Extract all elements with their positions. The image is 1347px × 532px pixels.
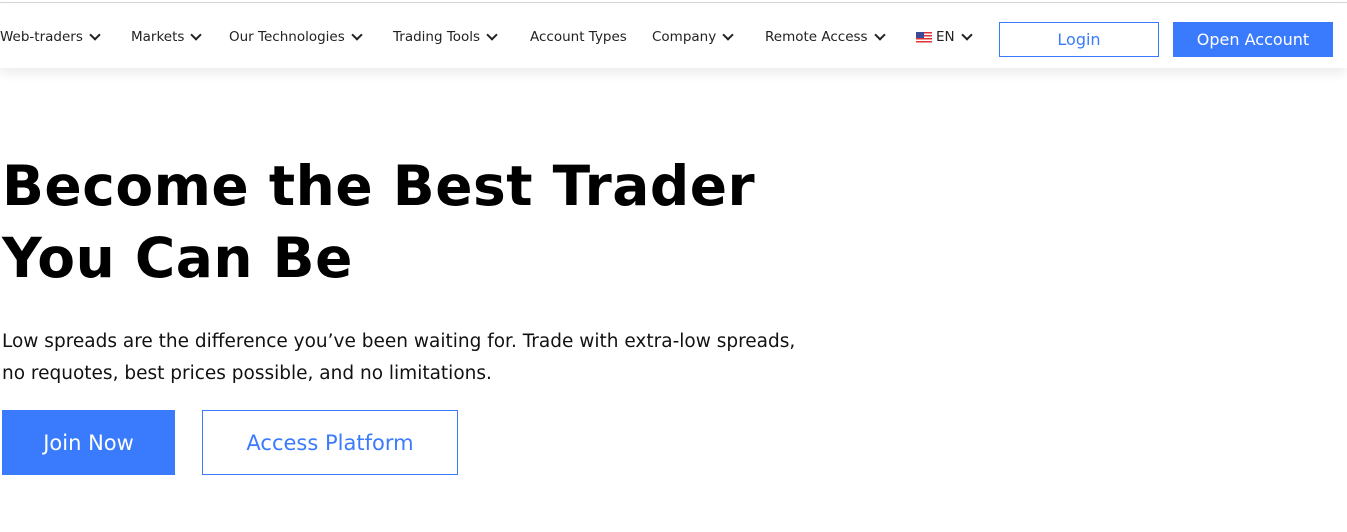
nav-label: Company [652, 29, 717, 45]
nav-trading-tools[interactable]: Trading Tools [393, 29, 498, 45]
chevron-down-icon [190, 29, 203, 41]
chevron-down-icon [89, 29, 101, 41]
access-platform-button[interactable]: Access Platform [202, 410, 458, 475]
chevron-down-icon [351, 29, 363, 41]
login-button[interactable]: Login [999, 22, 1159, 57]
nav-company[interactable]: Company [652, 29, 734, 45]
nav-label: Account Types [530, 29, 627, 45]
language-label: EN [936, 29, 955, 45]
nav-label: Trading Tools [393, 29, 481, 45]
nav-label: Web-traders [0, 29, 83, 45]
hero-title: Become the Best Trader You Can Be [2, 150, 755, 294]
chevron-down-icon [486, 29, 498, 41]
open-account-button[interactable]: Open Account [1173, 22, 1333, 57]
site-header: Web-traders Markets Our Technologies Tra… [0, 3, 1347, 68]
nav-label: Remote Access [765, 29, 868, 45]
join-now-button[interactable]: Join Now [2, 410, 175, 475]
nav-account-types[interactable]: Account Types [530, 29, 627, 45]
nav-remote-access[interactable]: Remote Access [765, 29, 886, 45]
nav-label: Markets [131, 29, 185, 45]
chevron-down-icon [960, 29, 973, 41]
hero-title-line2: You Can Be [2, 226, 353, 290]
hero-title-line1: Become the Best Trader [2, 154, 756, 218]
us-flag-icon [916, 31, 932, 43]
nav-markets[interactable]: Markets [131, 29, 203, 45]
hero-subtitle: Low spreads are the difference you’ve be… [2, 331, 796, 384]
language-selector[interactable]: EN [916, 29, 973, 45]
chevron-down-icon [722, 29, 734, 41]
nav-label: Our Technologies [229, 29, 345, 45]
nav-web-traders[interactable]: Web-traders [0, 29, 101, 45]
chevron-down-icon [873, 29, 886, 41]
nav-our-technologies[interactable]: Our Technologies [229, 29, 363, 45]
